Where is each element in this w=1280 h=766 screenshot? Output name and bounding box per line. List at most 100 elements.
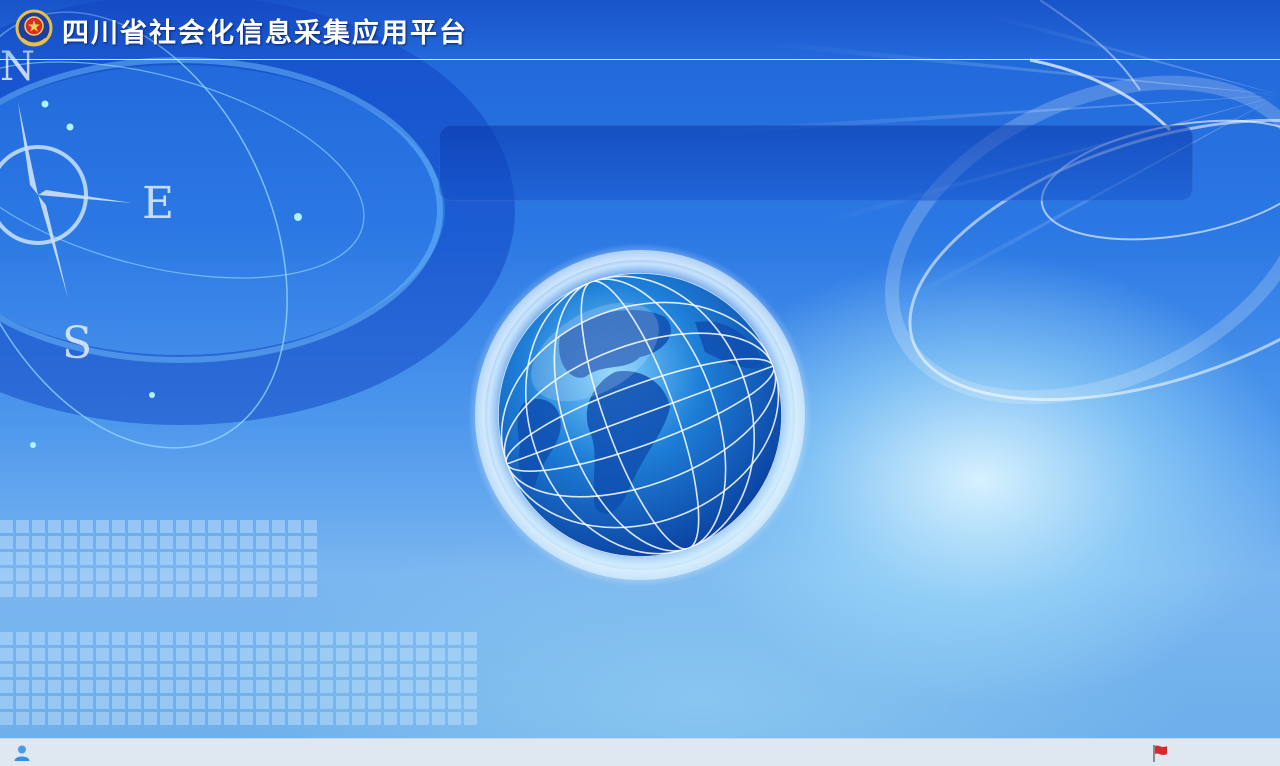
grid-square [144, 696, 157, 709]
grid-square [96, 696, 109, 709]
grid-square [192, 712, 205, 725]
grid-square [464, 632, 477, 645]
grid-square [160, 536, 173, 549]
grid-square [64, 632, 77, 645]
grid-square [160, 568, 173, 581]
grid-square [448, 712, 461, 725]
grid-square [64, 680, 77, 693]
grid-square [320, 712, 333, 725]
grid-square [304, 712, 317, 725]
grid-square [288, 536, 301, 549]
grid-square [336, 712, 349, 725]
grid-square [16, 520, 29, 533]
grid-square [64, 536, 77, 549]
grid-square [352, 632, 365, 645]
grid-square [176, 696, 189, 709]
grid-square [160, 520, 173, 533]
grid-square [16, 536, 29, 549]
grid-square [160, 584, 173, 597]
grid-square [32, 552, 45, 565]
grid-square [144, 712, 157, 725]
grid-square [416, 664, 429, 677]
grid-square [176, 664, 189, 677]
grid-square [208, 552, 221, 565]
grid-square [352, 664, 365, 677]
grid-square [80, 632, 93, 645]
grid-square [64, 584, 77, 597]
grid-square [288, 680, 301, 693]
grid-square [256, 648, 269, 661]
grid-square [16, 584, 29, 597]
grid-square [256, 568, 269, 581]
grid-square [288, 520, 301, 533]
grid-square [80, 584, 93, 597]
grid-square [240, 552, 253, 565]
grid-square [0, 584, 13, 597]
grid-square [144, 680, 157, 693]
grid-square [240, 696, 253, 709]
grid-square [272, 696, 285, 709]
grid-square [240, 648, 253, 661]
grid-square [144, 520, 157, 533]
grid-square [272, 568, 285, 581]
grid-square [320, 696, 333, 709]
grid-square [272, 552, 285, 565]
grid-square [112, 648, 125, 661]
grid-square [112, 712, 125, 725]
app-window: N E S 四川省社会化信息采集应用平台 [0, 0, 1280, 766]
grid-square [272, 520, 285, 533]
grid-square [368, 680, 381, 693]
grid-square [16, 552, 29, 565]
grid-square [464, 680, 477, 693]
grid-square [192, 584, 205, 597]
grid-square [128, 680, 141, 693]
grid-square [48, 696, 61, 709]
grid-square [240, 584, 253, 597]
grid-square [224, 648, 237, 661]
grid-square [400, 664, 413, 677]
grid-square [208, 648, 221, 661]
grid-square [80, 520, 93, 533]
grid-square [352, 696, 365, 709]
grid-square [304, 568, 317, 581]
grid-square [304, 584, 317, 597]
grid-square [128, 712, 141, 725]
grid-square [400, 712, 413, 725]
grid-square [416, 632, 429, 645]
grid-square [368, 632, 381, 645]
user-icon[interactable] [13, 744, 31, 762]
grid-square [448, 680, 461, 693]
grid-square [384, 712, 397, 725]
grid-square [160, 632, 173, 645]
grid-square [432, 632, 445, 645]
grid-square [112, 536, 125, 549]
grid-square [48, 712, 61, 725]
grid-square [144, 664, 157, 677]
grid-square [368, 664, 381, 677]
grid-square [352, 648, 365, 661]
grid-square [464, 712, 477, 725]
grid-square [48, 664, 61, 677]
grid-square [32, 568, 45, 581]
grid-square [240, 536, 253, 549]
grid-square [464, 696, 477, 709]
grid-square [384, 680, 397, 693]
grid-square [288, 648, 301, 661]
grid-square [0, 632, 13, 645]
grid-square [96, 712, 109, 725]
grid-square [384, 632, 397, 645]
grid-square [272, 584, 285, 597]
grid-square [240, 568, 253, 581]
grid-square [96, 552, 109, 565]
grid-square [368, 696, 381, 709]
grid-square [336, 648, 349, 661]
grid-square [256, 664, 269, 677]
grid-square [80, 664, 93, 677]
grid-square [128, 632, 141, 645]
flag-icon[interactable] [1150, 743, 1170, 763]
grid-square [304, 664, 317, 677]
grid-square [176, 680, 189, 693]
grid-square [112, 552, 125, 565]
grid-square [128, 536, 141, 549]
grid-square [80, 696, 93, 709]
